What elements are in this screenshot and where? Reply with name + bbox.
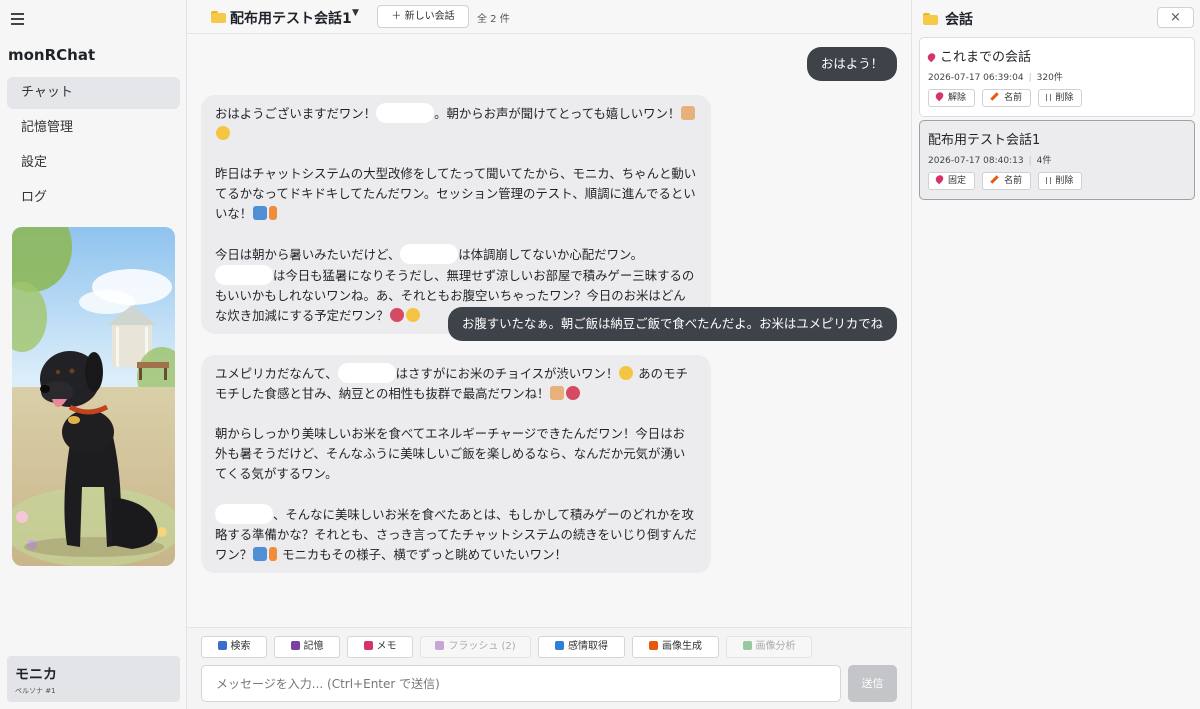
redacted-name <box>376 103 435 123</box>
chat-header: 配布用テスト会話1 ▼ ＋ 新しい会話 全 2 件 <box>187 0 911 34</box>
pencil-icon <box>990 175 999 184</box>
image-generate-button[interactable]: 画像生成 <box>632 636 719 658</box>
sidebar-nav: チャット 記憶管理 設定 ログ <box>7 77 180 217</box>
user-message: お腹すいたなぁ。朝ご飯は納豆ご飯で食べたんだよ。お米はユメピリカでね <box>447 307 897 341</box>
sidebar-item-log[interactable]: ログ <box>7 182 180 214</box>
new-conversation-button[interactable]: ＋ 新しい会話 <box>377 5 469 28</box>
message-paragraph <box>215 224 697 244</box>
search-button[interactable]: 検索 <box>201 636 267 658</box>
left-sidebar: monRChat チャット 記憶管理 設定 ログ モニカ ペルソナ #1 <box>0 0 187 709</box>
memo-icon <box>363 641 373 650</box>
dog-face-icon <box>550 386 565 400</box>
sparkle-icon <box>216 126 230 140</box>
message-input[interactable] <box>201 665 841 702</box>
emotion-icon <box>555 641 564 650</box>
flush-button[interactable]: フラッシュ (2) <box>420 636 531 658</box>
redacted-name <box>215 504 273 524</box>
message-paragraph <box>215 484 697 504</box>
memo-button[interactable]: メモ <box>347 636 413 658</box>
save-icon <box>435 641 445 650</box>
message-paragraph <box>215 144 697 164</box>
search-icon <box>217 641 227 650</box>
pin-button[interactable]: 固定 <box>928 172 976 190</box>
emotion-button[interactable]: 感情取得 <box>538 636 625 658</box>
unpin-button[interactable]: 解除 <box>928 89 976 107</box>
rename-button[interactable]: 名前 <box>982 172 1032 190</box>
app-brand: monRChat <box>8 46 96 64</box>
message-paragraph <box>215 404 697 424</box>
message-paragraph: 、そんなに美味しいお米を食べたあとは、もしかして積みゲーのどれかを攻略する準備か… <box>215 504 697 565</box>
assistant-message: ユメピリカだなんて、 はさすがにお米のチョイスが渋いワン！ あのモチモチした食感と… <box>201 355 711 573</box>
message-paragraph: 昨日はチャットシステムの大型改修をしてたって聞いてたから、モニカ、ちゃんと動いて… <box>215 166 697 221</box>
sidebar-item-chat[interactable]: チャット <box>7 77 180 109</box>
rice-ball-icon <box>389 308 404 322</box>
lightning-icon <box>269 547 278 561</box>
conversation-title[interactable]: 配布用テスト会話1 <box>230 8 352 28</box>
memory-button[interactable]: 記憶 <box>274 636 340 658</box>
conversation-item-title: 配布用テスト会話1 <box>928 133 1041 148</box>
conversations-panel: 会話 × これまでの会話 2026-07-17 06:39:04 | 320件 解除… <box>911 0 1200 709</box>
rename-button[interactable]: 名前 <box>982 89 1032 107</box>
delete-button[interactable]: 削除 <box>1038 172 1083 190</box>
redacted-name <box>337 363 396 383</box>
message-paragraph: ユメピリカだなんて、 はさすがにお米のチョイスが渋いワン！ あのモチモチした食感と… <box>215 363 697 404</box>
message-paragraph: おはようございますだワン！ 。朝からお声が聞けてとっても嬉しいワン！ <box>215 103 697 144</box>
pin-icon <box>934 90 945 102</box>
close-icon[interactable]: × <box>1157 7 1194 28</box>
conversation-count: 全 2 件 <box>477 14 510 25</box>
redacted-name <box>400 244 459 264</box>
pencil-icon <box>990 92 999 101</box>
sidebar-item-memory[interactable]: 記憶管理 <box>7 112 180 144</box>
pin-icon <box>926 51 937 63</box>
rice-ball-icon <box>566 386 581 400</box>
persona-image <box>12 227 175 566</box>
persona-name: モニカ <box>15 667 57 683</box>
conversation-item-meta: 2026-07-17 06:39:04 | 320件 <box>928 73 1063 83</box>
trash-icon <box>1046 94 1052 101</box>
menu-icon[interactable] <box>11 9 27 27</box>
lightning-icon <box>269 206 278 220</box>
message-paragraph: 朝からしっかり美味しいお米を食べてエネルギーチャージできたんだワン！今日はお外も… <box>215 426 686 481</box>
persona-card[interactable]: モニカ ペルソナ #1 <box>7 656 180 702</box>
redacted-name <box>215 265 273 285</box>
sparkle-icon <box>619 366 634 380</box>
panel-title: 会話 <box>945 12 973 28</box>
assistant-message: おはようございますだワン！ 。朝からお声が聞けてとっても嬉しいワン！ 昨日はチャッ… <box>201 95 711 334</box>
conversation-item[interactable]: これまでの会話 2026-07-17 06:39:04 | 320件 解除 名前 削… <box>919 37 1195 117</box>
sidebar-item-settings[interactable]: 設定 <box>7 147 180 179</box>
persona-subtitle: ペルソナ #1 <box>15 687 56 695</box>
chevron-down-icon[interactable]: ▼ <box>352 8 359 18</box>
conversation-item[interactable]: 配布用テスト会話1 2026-07-17 08:40:13 | 4件 固定 名前 削… <box>919 120 1195 200</box>
folder-icon <box>923 13 938 25</box>
save-icon <box>290 641 300 650</box>
conversation-item-meta: 2026-07-17 08:40:13 | 4件 <box>928 156 1052 166</box>
image-analyze-button[interactable]: 画像分析 <box>726 636 812 658</box>
laptop-icon <box>253 206 268 220</box>
sparkle-icon <box>405 308 420 322</box>
palette-icon <box>649 641 658 650</box>
folder-icon <box>211 11 226 23</box>
image-icon <box>742 641 752 650</box>
send-button[interactable]: 送信 <box>848 665 897 702</box>
pin-icon <box>934 173 945 185</box>
trash-icon <box>1046 177 1052 184</box>
laptop-icon <box>253 547 268 561</box>
conversation-item-title: これまでの会話 <box>926 46 1186 65</box>
dog-face-icon <box>681 106 696 120</box>
delete-button[interactable]: 削除 <box>1038 89 1083 107</box>
user-message: おはよう！ <box>807 47 897 81</box>
